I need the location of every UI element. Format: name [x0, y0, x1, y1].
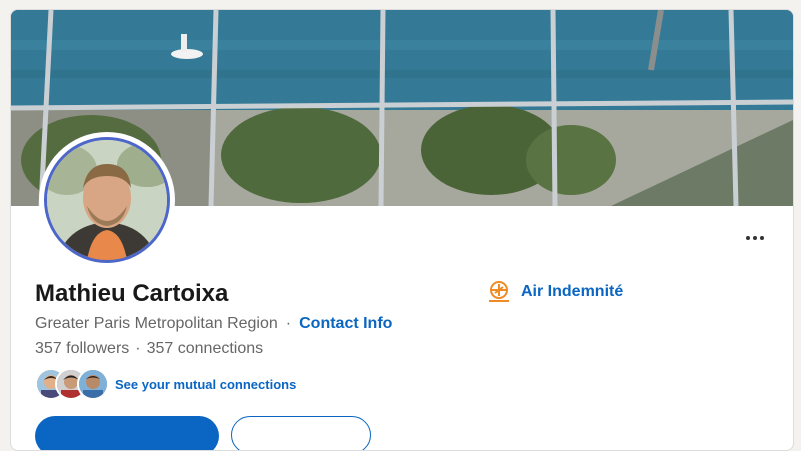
mutual-connections-avatars [35, 368, 109, 400]
mutual-connections-link[interactable]: See your mutual connections [115, 377, 296, 392]
current-company[interactable]: Air Indemnité [485, 278, 623, 306]
profile-photo[interactable] [39, 132, 175, 268]
contact-info-link[interactable]: Contact Info [299, 315, 392, 332]
connections-count: 357 connections [146, 340, 264, 357]
profile-card: Mathieu Cartoixa Greater Paris Metropoli… [10, 9, 794, 451]
secondary-action-button[interactable] [231, 416, 371, 450]
followers-count: 357 followers [35, 340, 130, 357]
network-stats: 357 followers · 357 connections [35, 340, 263, 358]
avatar [44, 137, 170, 263]
mutual-avatar [77, 368, 109, 400]
stats-separator-dot: · [135, 340, 141, 357]
mutual-connections[interactable]: See your mutual connections [35, 368, 296, 400]
more-options-button[interactable] [739, 222, 771, 254]
more-horizontal-icon [746, 236, 750, 240]
separator-dot: · [285, 315, 292, 332]
primary-action-button[interactable] [35, 416, 219, 450]
air-indemnite-logo [485, 278, 513, 306]
location-line: Greater Paris Metropolitan Region · Contac… [35, 315, 392, 333]
company-name: Air Indemnité [521, 283, 624, 300]
location-text: Greater Paris Metropolitan Region [35, 315, 278, 332]
profile-name: Mathieu Cartoixa [35, 280, 229, 307]
